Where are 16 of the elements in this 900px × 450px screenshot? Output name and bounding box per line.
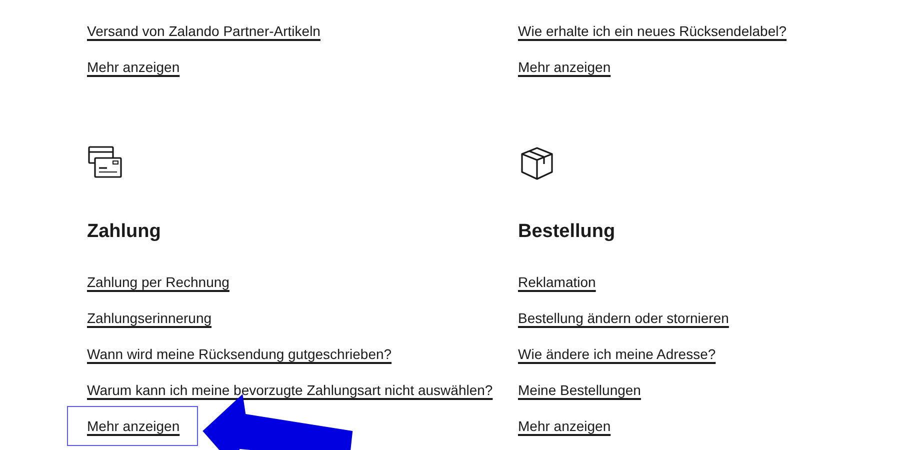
help-link[interactable]: Wie ändere ich meine Adresse? bbox=[518, 345, 716, 363]
help-link[interactable]: Zahlungserinnerung bbox=[87, 309, 212, 327]
help-link[interactable]: Mehr anzeigen bbox=[87, 418, 180, 434]
help-link[interactable]: Wann wird meine Rücksendung gutgeschrieben? bbox=[87, 345, 392, 363]
section-heading: Zahlung bbox=[87, 221, 161, 243]
help-link[interactable]: Mehr anzeigen bbox=[518, 417, 611, 435]
help-link[interactable]: Bestellung ändern oder stornieren bbox=[518, 309, 729, 327]
help-link[interactable]: Mehr anzeigen bbox=[518, 58, 611, 76]
help-link[interactable]: Reklamation bbox=[518, 273, 596, 291]
help-link[interactable]: Zahlung per Rechnung bbox=[87, 273, 230, 291]
help-link[interactable]: Meine Bestellungen bbox=[518, 381, 641, 399]
help-link[interactable]: Mehr anzeigen bbox=[87, 58, 180, 76]
help-link[interactable]: Warum kann ich meine bevorzugte Zahlungsart nicht auswählen? bbox=[87, 381, 493, 399]
help-link[interactable]: Versand von Zalando Partner-Artikeln bbox=[87, 22, 320, 40]
section-heading: Bestellung bbox=[518, 221, 616, 243]
help-link[interactable]: Wie erhalte ich ein neues Rücksendelabel? bbox=[518, 22, 786, 40]
